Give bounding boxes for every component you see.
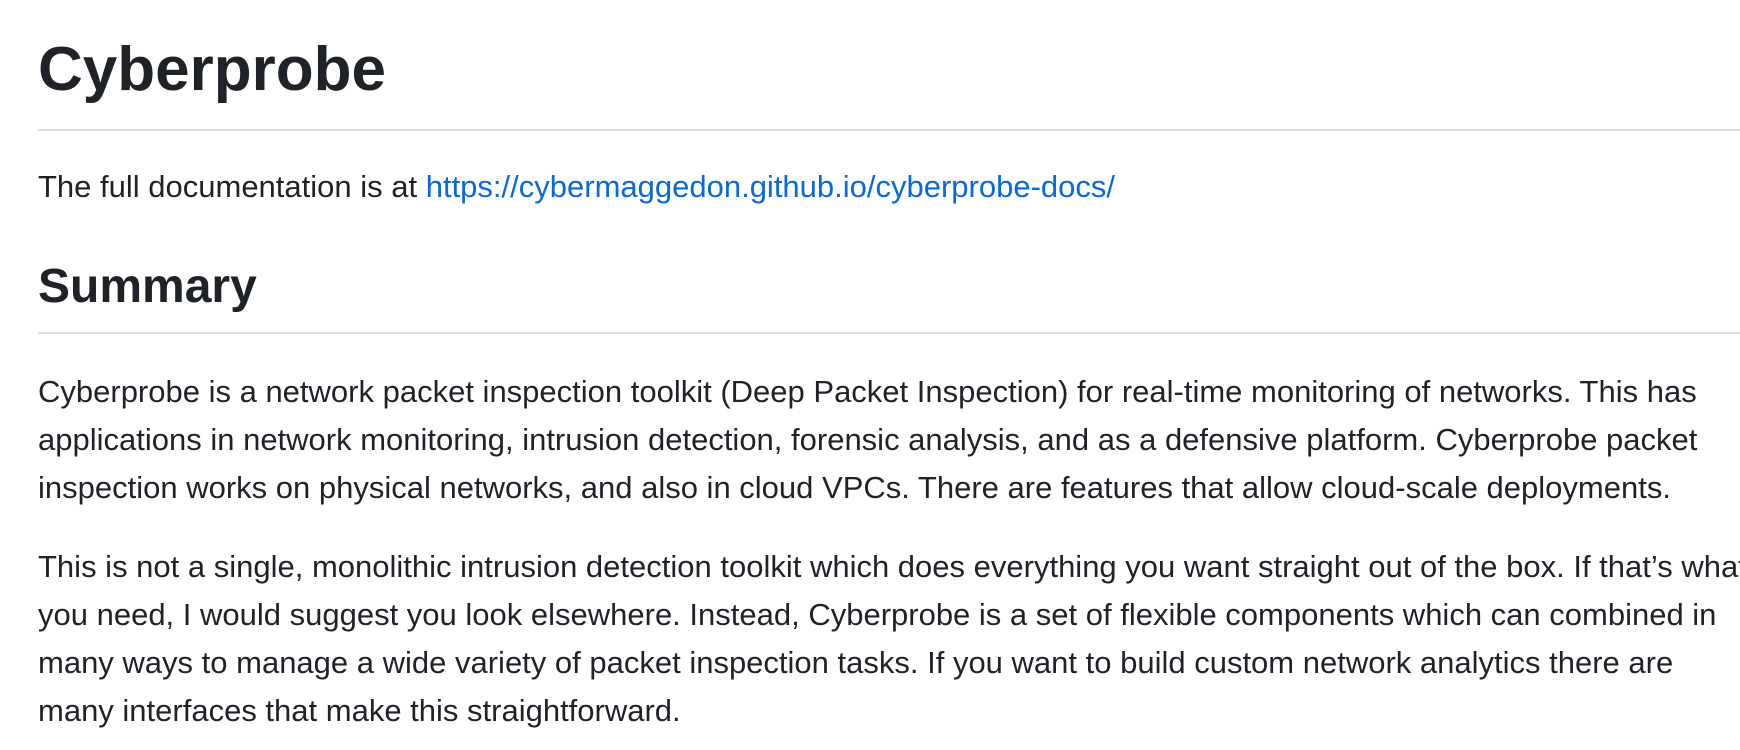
paragraph-line: many interfaces that make this straightf… <box>38 693 681 728</box>
paragraph-line: applications in network monitoring, intr… <box>38 422 1698 457</box>
summary-heading: Summary <box>38 260 257 313</box>
summary-paragraph-1: Cyberprobe is a network packet inspectio… <box>38 368 1697 512</box>
readme-content: Cyberprobe <box>38 0 1740 106</box>
paragraph-line: inspection works on physical networks, a… <box>38 470 1671 505</box>
paragraph-line: Cyberprobe is a network packet inspectio… <box>38 374 1697 409</box>
summary-paragraph-2: This is not a single, monolithic intrusi… <box>38 543 1740 735</box>
documentation-link[interactable]: https://cybermaggedon.github.io/cyberpro… <box>426 169 1115 204</box>
intro-text: The full documentation is at <box>38 169 426 204</box>
page-title: Cyberprobe <box>38 35 386 104</box>
title-divider <box>38 129 1740 131</box>
summary-divider <box>38 332 1740 334</box>
paragraph-line: This is not a single, monolithic intrusi… <box>38 549 1740 584</box>
intro-paragraph: The full documentation is at https://cyb… <box>38 165 1115 209</box>
paragraph-line: you need, I would suggest you look elsew… <box>38 597 1717 632</box>
readme-page: Cyberprobe The full documentation is at … <box>0 0 1740 750</box>
paragraph-line: many ways to manage a wide variety of pa… <box>38 645 1674 680</box>
